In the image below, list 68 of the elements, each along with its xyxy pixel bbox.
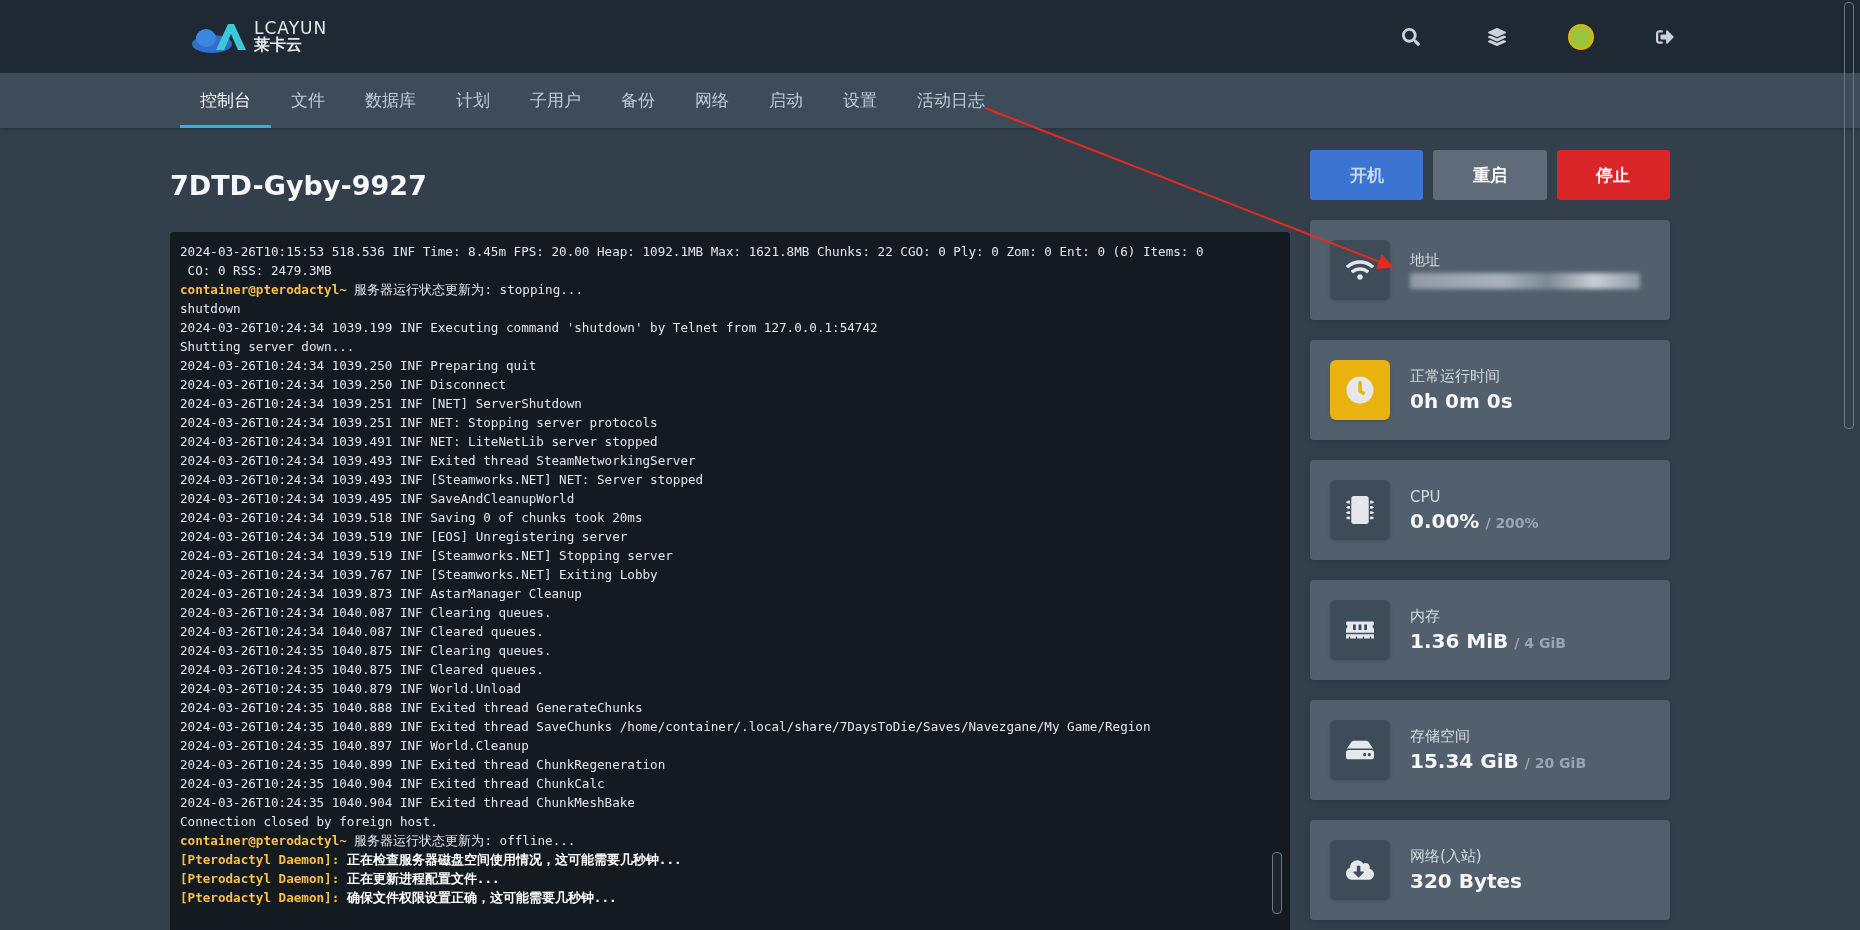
power-button[interactable]: 开机 — [1310, 150, 1424, 200]
logo-name: 莱卡云 — [254, 37, 303, 53]
console-line: container@pterodactyl~ 服务器运行状态更新为: stopping... — [180, 281, 584, 299]
console-line: 2024-03-26T10:24:34 1039.873 INF AstarManager Cleanup — [180, 585, 583, 603]
console-line: shutdown — [180, 300, 242, 318]
stat-limit: / 4 GiB — [1514, 635, 1566, 651]
nav-tab[interactable]: 子用户 — [510, 73, 601, 128]
stat-label: 内存 — [1410, 607, 1441, 626]
page-scrollbar[interactable] — [1844, 2, 1854, 429]
nav-tab[interactable]: 计划 — [436, 73, 510, 128]
console-line: 2024-03-26T10:24:34 1039.518 INF Saving 0 of chunks took 20ms — [180, 509, 644, 527]
nav-tab[interactable]: 数据库 — [345, 73, 436, 128]
console-line: container@pterodactyl~ 服务器运行状态更新为: offline... — [180, 832, 577, 850]
console-line: Connection closed by foreign host. — [180, 813, 439, 831]
stat-limit: / 20 GiB — [1524, 755, 1587, 771]
nav-tab[interactable]: 控制台 — [180, 73, 271, 128]
console-line: 2024-03-26T10:24:35 1040.899 INF Exited thread ChunkRegeneration — [180, 756, 667, 774]
console-line: CO: 0 RSS: 2479.3MB — [186, 262, 333, 280]
power-button[interactable]: 重启 — [1433, 150, 1547, 200]
console-line: 2024-03-26T10:24:34 1039.767 INF [Steamworks.NET] Exiting Lobby — [180, 566, 659, 584]
stat-value: 0h 0m 0s — [1410, 389, 1513, 413]
nav-tab[interactable]: 网络 — [675, 73, 749, 128]
stat-limit: / 200% — [1485, 514, 1539, 531]
console-line: 2024-03-26T10:24:35 1040.875 INF Cleared queues. — [180, 661, 545, 679]
nav-tab[interactable]: 活动日志 — [897, 73, 1005, 128]
console-line: 2024-03-26T10:24:35 1040.889 INF Exited thread SaveChunks /home/container/.local/share/7DaysToDie/Saves/Navezgane/My Game/Region — [180, 718, 1152, 736]
console-line: 2024-03-26T10:24:34 1039.250 INF Disconnect — [180, 376, 508, 394]
stat-value: 15.34 GiB — [1410, 749, 1519, 773]
logo-wordmark: LCAYUN — [254, 20, 328, 37]
power-button[interactable]: 停止 — [1556, 150, 1670, 200]
console-line: 2024-03-26T10:24:34 1039.491 INF NET: LiteNetLib server stopped — [180, 433, 659, 451]
stat-label: 网络(入站) — [1410, 847, 1483, 866]
console-line: 2024-03-26T10:24:35 1040.897 INF World.Cleanup — [180, 737, 530, 755]
console-line: [Pterodactyl Daemon]: 确保文件权限设置正确，这可能需要几秒钟... — [180, 889, 618, 907]
console-line: 2024-03-26T10:24:34 1039.519 INF [Steamworks.NET] Stopping server — [180, 547, 674, 565]
server-title: 7DTD-Gyby-9927 — [170, 170, 428, 203]
nav-tab[interactable]: 设置 — [823, 73, 897, 128]
console-line: 2024-03-26T10:24:34 1039.493 INF Exited thread SteamNetworkingServer — [180, 452, 697, 470]
console-line: 2024-03-26T10:24:34 1040.087 INF Cleared queues. — [180, 623, 545, 641]
console-line: Shutting server down... — [180, 338, 356, 356]
stat-label: 正常运行时间 — [1410, 367, 1501, 386]
console-line: 2024-03-26T10:24:34 1039.495 INF SaveAndCleanupWorld — [180, 490, 576, 508]
stat-value: 320 Bytes — [1410, 869, 1523, 893]
console-line: 2024-03-26T10:24:35 1040.904 INF Exited thread ChunkCalc — [180, 775, 606, 793]
console-line: 2024-03-26T10:24:34 1039.251 INF NET: Stopping server protocols — [180, 414, 659, 432]
console-line: 2024-03-26T10:24:35 1040.888 INF Exited thread GenerateChunks — [180, 699, 644, 717]
nav-tab[interactable]: 启动 — [749, 73, 823, 128]
stat-value: 1.36 MiB — [1410, 629, 1509, 653]
stat-value: 0.00% — [1410, 508, 1480, 533]
console-line: 2024-03-26T10:24:34 1039.199 INF Executing command 'shutdown' by Telnet from 127.0.0.1:54742 — [180, 319, 879, 337]
nav-tab[interactable]: 文件 — [271, 73, 345, 128]
console-line: 2024-03-26T10:24:34 1039.493 INF [Steamworks.NET] NET: Server stopped — [180, 471, 705, 489]
scrollbar-thumb[interactable] — [1272, 852, 1282, 914]
console-line: 2024-03-26T10:24:35 1040.875 INF Clearing queues. — [180, 642, 553, 660]
stat-label: 存储空间 — [1410, 727, 1471, 746]
stat-label: 地址 — [1410, 251, 1441, 270]
console-line: 2024-03-26T10:24:34 1039.251 INF [NET] ServerShutdown — [180, 395, 583, 413]
console-line: 2024-03-26T10:24:34 1040.087 INF Clearing queues. — [180, 604, 553, 622]
console-line: 2024-03-26T10:24:35 1040.904 INF Exited thread ChunkMeshBake — [180, 794, 636, 812]
console-line: 2024-03-26T10:24:35 1040.879 INF World.Unload — [180, 680, 523, 698]
console-line: 2024-03-26T10:24:34 1039.519 INF [EOS] Unregistering server — [180, 528, 629, 546]
nav-tab[interactable]: 备份 — [601, 73, 675, 128]
console-line: [Pterodactyl Daemon]: 正在更新进程配置文件... — [180, 870, 501, 888]
stat-label: CPU — [1410, 487, 1442, 506]
console-line: [Pterodactyl Daemon]: 正在检查服务器磁盘空间使用情况，这可能需要几秒钟... — [180, 851, 683, 869]
console-line: 2024-03-26T10:24:34 1039.250 INF Preparing quit — [180, 357, 538, 375]
avatar[interactable] — [1568, 23, 1594, 50]
console-line: 2024-03-26T10:15:53 518.536 INF Time: 8.45m FPS: 20.00 Heap: 1092.1MB Max: 1621.8MB Chunks: 22 CGO: 0 Ply: 0 Zom: 0 Ent: 0 (6) Items: 0 — [180, 243, 1205, 261]
